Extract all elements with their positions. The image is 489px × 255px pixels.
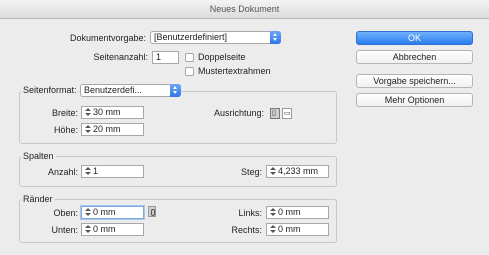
stepper-icon[interactable] bbox=[85, 107, 91, 117]
margin-bottom-input[interactable]: 0 mm bbox=[81, 223, 144, 236]
width-value: 30 mm bbox=[93, 107, 121, 117]
margin-left-value: 0 mm bbox=[278, 207, 301, 217]
stepper-icon[interactable] bbox=[270, 224, 276, 234]
columns-number-input[interactable]: 1 bbox=[81, 165, 144, 178]
stepper-icon[interactable] bbox=[85, 224, 91, 234]
preset-value: [Benutzerdefiniert] bbox=[154, 32, 228, 42]
stepper-icon[interactable] bbox=[85, 207, 91, 217]
select-arrows-icon bbox=[170, 84, 181, 97]
margin-right-input[interactable]: 0 mm bbox=[266, 223, 329, 236]
stepper-icon[interactable] bbox=[85, 124, 91, 134]
columns-number-value: 1 bbox=[93, 166, 99, 176]
facing-pages-label: Doppelseite bbox=[198, 52, 246, 62]
margin-bottom-label: Unten: bbox=[51, 225, 78, 235]
master-text-frame-checkbox[interactable] bbox=[185, 67, 194, 76]
portrait-orientation-icon[interactable]: ▯ bbox=[270, 108, 280, 119]
more-options-button[interactable]: Mehr Optionen bbox=[356, 93, 473, 107]
pages-label: Seitenanzahl: bbox=[93, 52, 148, 62]
columns-title: Spalten bbox=[21, 150, 56, 162]
gutter-input[interactable]: 4,233 mm bbox=[266, 165, 329, 178]
margin-top-value: 0 mm bbox=[93, 207, 116, 217]
select-arrows-icon bbox=[270, 31, 281, 44]
margin-left-input[interactable]: 0 mm bbox=[266, 206, 329, 219]
facing-pages-checkbox[interactable] bbox=[185, 53, 194, 62]
margin-top-input[interactable]: 0 mm bbox=[81, 206, 144, 219]
margin-right-label: Rechts: bbox=[231, 225, 262, 235]
margin-top-label: Oben: bbox=[53, 208, 78, 218]
preset-select[interactable]: [Benutzerdefiniert] bbox=[150, 31, 281, 44]
landscape-orientation-icon[interactable]: ▭ bbox=[282, 108, 292, 119]
margin-bottom-value: 0 mm bbox=[93, 224, 116, 234]
stepper-icon[interactable] bbox=[270, 166, 276, 176]
pages-input[interactable]: 1 bbox=[152, 51, 179, 64]
preset-label: Dokumentvorgabe: bbox=[69, 33, 146, 43]
page-size-value: Benutzerdefi... bbox=[84, 85, 143, 95]
chain-link-icon[interactable] bbox=[148, 206, 156, 217]
orientation-label: Ausrichtung: bbox=[213, 108, 264, 118]
width-input[interactable]: 30 mm bbox=[81, 106, 144, 119]
save-preset-button[interactable]: Vorgabe speichern... bbox=[356, 74, 473, 88]
margin-left-label: Links: bbox=[238, 208, 262, 218]
window-title: Neues Dokument bbox=[0, 0, 489, 19]
margin-right-value: 0 mm bbox=[278, 224, 301, 234]
stepper-icon[interactable] bbox=[85, 166, 91, 176]
width-label: Breite: bbox=[51, 108, 78, 118]
height-label: Höhe: bbox=[53, 125, 78, 135]
page-size-title: Seitenformat: bbox=[21, 84, 79, 96]
cancel-button[interactable]: Abbrechen bbox=[356, 50, 473, 64]
gutter-value: 4,233 mm bbox=[278, 166, 319, 176]
page-size-select[interactable]: Benutzerdefi... bbox=[80, 84, 181, 97]
master-text-frame-label: Mustertextrahmen bbox=[198, 66, 271, 76]
height-value: 20 mm bbox=[93, 124, 121, 134]
gutter-label: Steg: bbox=[240, 167, 262, 177]
margins-title: Ränder bbox=[21, 193, 55, 205]
stepper-icon[interactable] bbox=[270, 207, 276, 217]
height-input[interactable]: 20 mm bbox=[81, 123, 144, 136]
columns-number-label: Anzahl: bbox=[47, 167, 78, 177]
ok-button[interactable]: OK bbox=[356, 31, 473, 45]
